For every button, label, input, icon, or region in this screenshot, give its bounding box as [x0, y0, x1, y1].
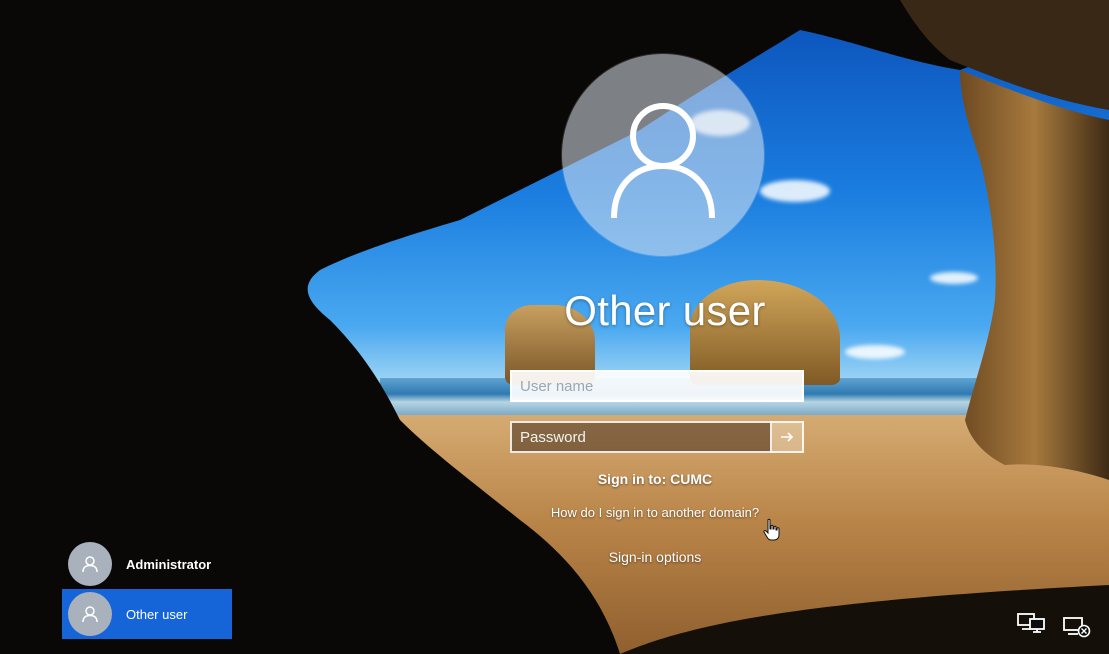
lock-screen: Other user Sign in to: CUMC How do I sig…	[0, 0, 1109, 654]
user-list-item-administrator[interactable]: Administrator	[62, 539, 232, 589]
user-list-item-other-user[interactable]: Other user	[62, 589, 232, 639]
user-icon	[611, 103, 715, 219]
user-icon	[82, 606, 98, 623]
user-icon	[82, 556, 98, 573]
sign-in-options-link[interactable]: Sign-in options	[540, 549, 770, 565]
sign-in-domain-label: Sign in to: CUMC	[597, 471, 713, 487]
submit-button[interactable]	[770, 421, 804, 453]
password-input[interactable]	[510, 421, 772, 453]
user-avatar-small	[68, 542, 112, 586]
user-avatar-large	[562, 54, 764, 256]
username-input[interactable]	[510, 370, 804, 402]
accessibility-icon[interactable]	[1062, 615, 1094, 639]
password-row	[510, 421, 804, 453]
arrow-right-icon	[781, 432, 794, 442]
user-avatar-small	[68, 592, 112, 636]
current-user-name: Other user	[564, 287, 766, 334]
network-icon[interactable]	[1016, 611, 1048, 635]
user-list-name: Administrator	[126, 556, 212, 572]
hand-cursor-icon	[763, 518, 780, 541]
user-list-name: Other user	[126, 606, 188, 622]
